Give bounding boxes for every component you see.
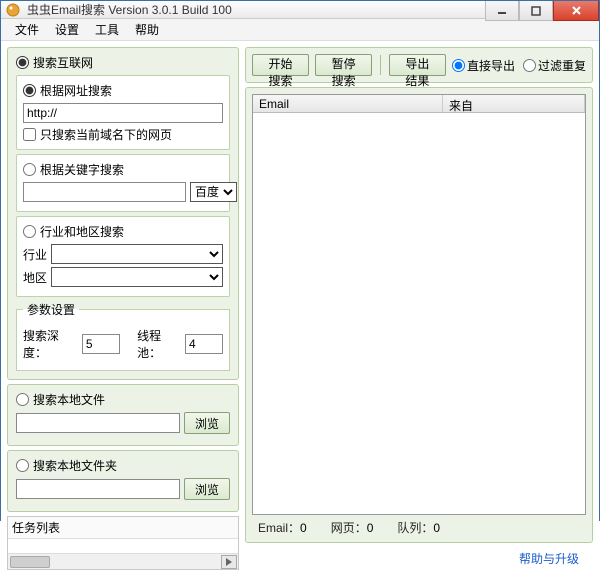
params-fieldset: 参数设置 搜索深度： 线程池： — [16, 301, 230, 371]
radio-search-internet[interactable] — [16, 56, 29, 69]
col-email[interactable]: Email — [253, 95, 443, 112]
industry-select[interactable] — [51, 244, 223, 264]
export-mode-group: 直接导出 过滤重复 — [452, 57, 586, 74]
grid-header: Email 来自 — [253, 95, 585, 113]
label-thread: 线程池： — [137, 327, 181, 361]
help-upgrade-link[interactable]: 帮助与升级 — [519, 552, 579, 566]
results-grid[interactable]: Email 来自 — [252, 94, 586, 515]
label-by-url: 根据网址搜索 — [40, 82, 112, 99]
scroll-thumb[interactable] — [10, 556, 50, 568]
close-button[interactable] — [553, 1, 599, 21]
radio-by-keyword[interactable] — [23, 163, 36, 176]
label-industry: 行业 — [23, 246, 47, 263]
col-from[interactable]: 来自 — [443, 95, 585, 112]
checkbox-only-domain[interactable] — [23, 128, 36, 141]
radio-search-folder[interactable] — [16, 459, 29, 472]
params-legend: 参数设置 — [23, 301, 79, 318]
label-search-file: 搜索本地文件 — [33, 391, 105, 408]
label-by-industry: 行业和地区搜索 — [40, 223, 124, 240]
status-row: Email：0 网页：0 队列：0 — [252, 515, 586, 536]
label-depth: 搜索深度： — [23, 327, 78, 361]
maximize-button[interactable] — [519, 1, 553, 21]
start-search-button[interactable]: 开始搜索 — [252, 54, 309, 76]
browse-file-button[interactable]: 浏览 — [184, 412, 230, 434]
status-queue-count: 0 — [433, 521, 440, 535]
status-page-count: 0 — [367, 521, 374, 535]
footer: 帮助与升级 — [245, 547, 593, 570]
pause-search-button[interactable]: 暂停搜索 — [315, 54, 372, 76]
engine-select[interactable]: 百度 — [190, 182, 237, 202]
radio-by-url[interactable] — [23, 84, 36, 97]
minimize-button[interactable] — [485, 1, 519, 21]
label-search-internet: 搜索互联网 — [33, 54, 93, 71]
thread-input[interactable] — [185, 334, 223, 354]
radio-by-industry[interactable] — [23, 225, 36, 238]
browse-folder-button[interactable]: 浏览 — [184, 478, 230, 500]
menu-file[interactable]: 文件 — [7, 19, 47, 40]
app-icon — [5, 2, 21, 18]
radio-filter-dup[interactable] — [523, 59, 536, 72]
group-search-file: 搜索本地文件 浏览 — [7, 384, 239, 446]
grid-body — [253, 113, 585, 514]
status-queue-label: 队列： — [397, 521, 433, 535]
main-window: 虫虫Email搜索 Version 3.0.1 Build 100 文件 设置 … — [0, 0, 600, 521]
group-search-internet: 搜索互联网 根据网址搜索 只搜索当前域名下的网页 — [7, 47, 239, 380]
task-scrollbar[interactable] — [8, 553, 238, 569]
label-direct-export: 直接导出 — [467, 57, 515, 74]
label-only-domain: 只搜索当前域名下的网页 — [40, 126, 172, 143]
box-by-industry: 行业和地区搜索 行业 地区 — [16, 216, 230, 297]
keyword-input[interactable] — [23, 182, 186, 202]
box-by-keyword: 根据关键字搜索 百度 — [16, 154, 230, 212]
radio-search-file[interactable] — [16, 393, 29, 406]
scroll-right-arrow[interactable] — [221, 555, 237, 569]
menu-help[interactable]: 帮助 — [127, 19, 167, 40]
toolbar-separator — [380, 55, 381, 75]
task-list-body — [8, 539, 238, 553]
status-email-label: Email： — [258, 521, 300, 535]
menu-settings[interactable]: 设置 — [47, 19, 87, 40]
file-path-input[interactable] — [16, 413, 180, 433]
left-pane: 搜索互联网 根据网址搜索 只搜索当前域名下的网页 — [7, 47, 239, 570]
url-input[interactable] — [23, 103, 223, 123]
radio-direct-export[interactable] — [452, 59, 465, 72]
group-search-folder: 搜索本地文件夹 浏览 — [7, 450, 239, 512]
label-filter-dup: 过滤重复 — [538, 57, 586, 74]
label-search-folder: 搜索本地文件夹 — [33, 457, 117, 474]
status-email-count: 0 — [300, 521, 307, 535]
export-results-button[interactable]: 导出结果 — [389, 54, 446, 76]
toolbar: 开始搜索 暂停搜索 导出结果 直接导出 过滤重复 — [245, 47, 593, 83]
menubar: 文件 设置 工具 帮助 — [1, 19, 599, 41]
task-list-header: 任务列表 — [8, 517, 238, 539]
label-region: 地区 — [23, 269, 47, 286]
right-pane: 开始搜索 暂停搜索 导出结果 直接导出 过滤重复 Email 来自 — [245, 47, 593, 570]
window-controls — [485, 1, 599, 21]
folder-path-input[interactable] — [16, 479, 180, 499]
menu-tools[interactable]: 工具 — [87, 19, 127, 40]
region-select[interactable] — [51, 267, 223, 287]
results-panel: Email 来自 Email：0 网页：0 队列：0 — [245, 87, 593, 543]
box-by-url: 根据网址搜索 只搜索当前域名下的网页 — [16, 75, 230, 150]
task-list: 任务列表 — [7, 516, 239, 570]
label-by-keyword: 根据关键字搜索 — [40, 161, 124, 178]
status-page-label: 网页： — [331, 521, 367, 535]
depth-input[interactable] — [82, 334, 120, 354]
titlebar: 虫虫Email搜索 Version 3.0.1 Build 100 — [1, 1, 599, 19]
client-area: 搜索互联网 根据网址搜索 只搜索当前域名下的网页 — [1, 41, 599, 576]
